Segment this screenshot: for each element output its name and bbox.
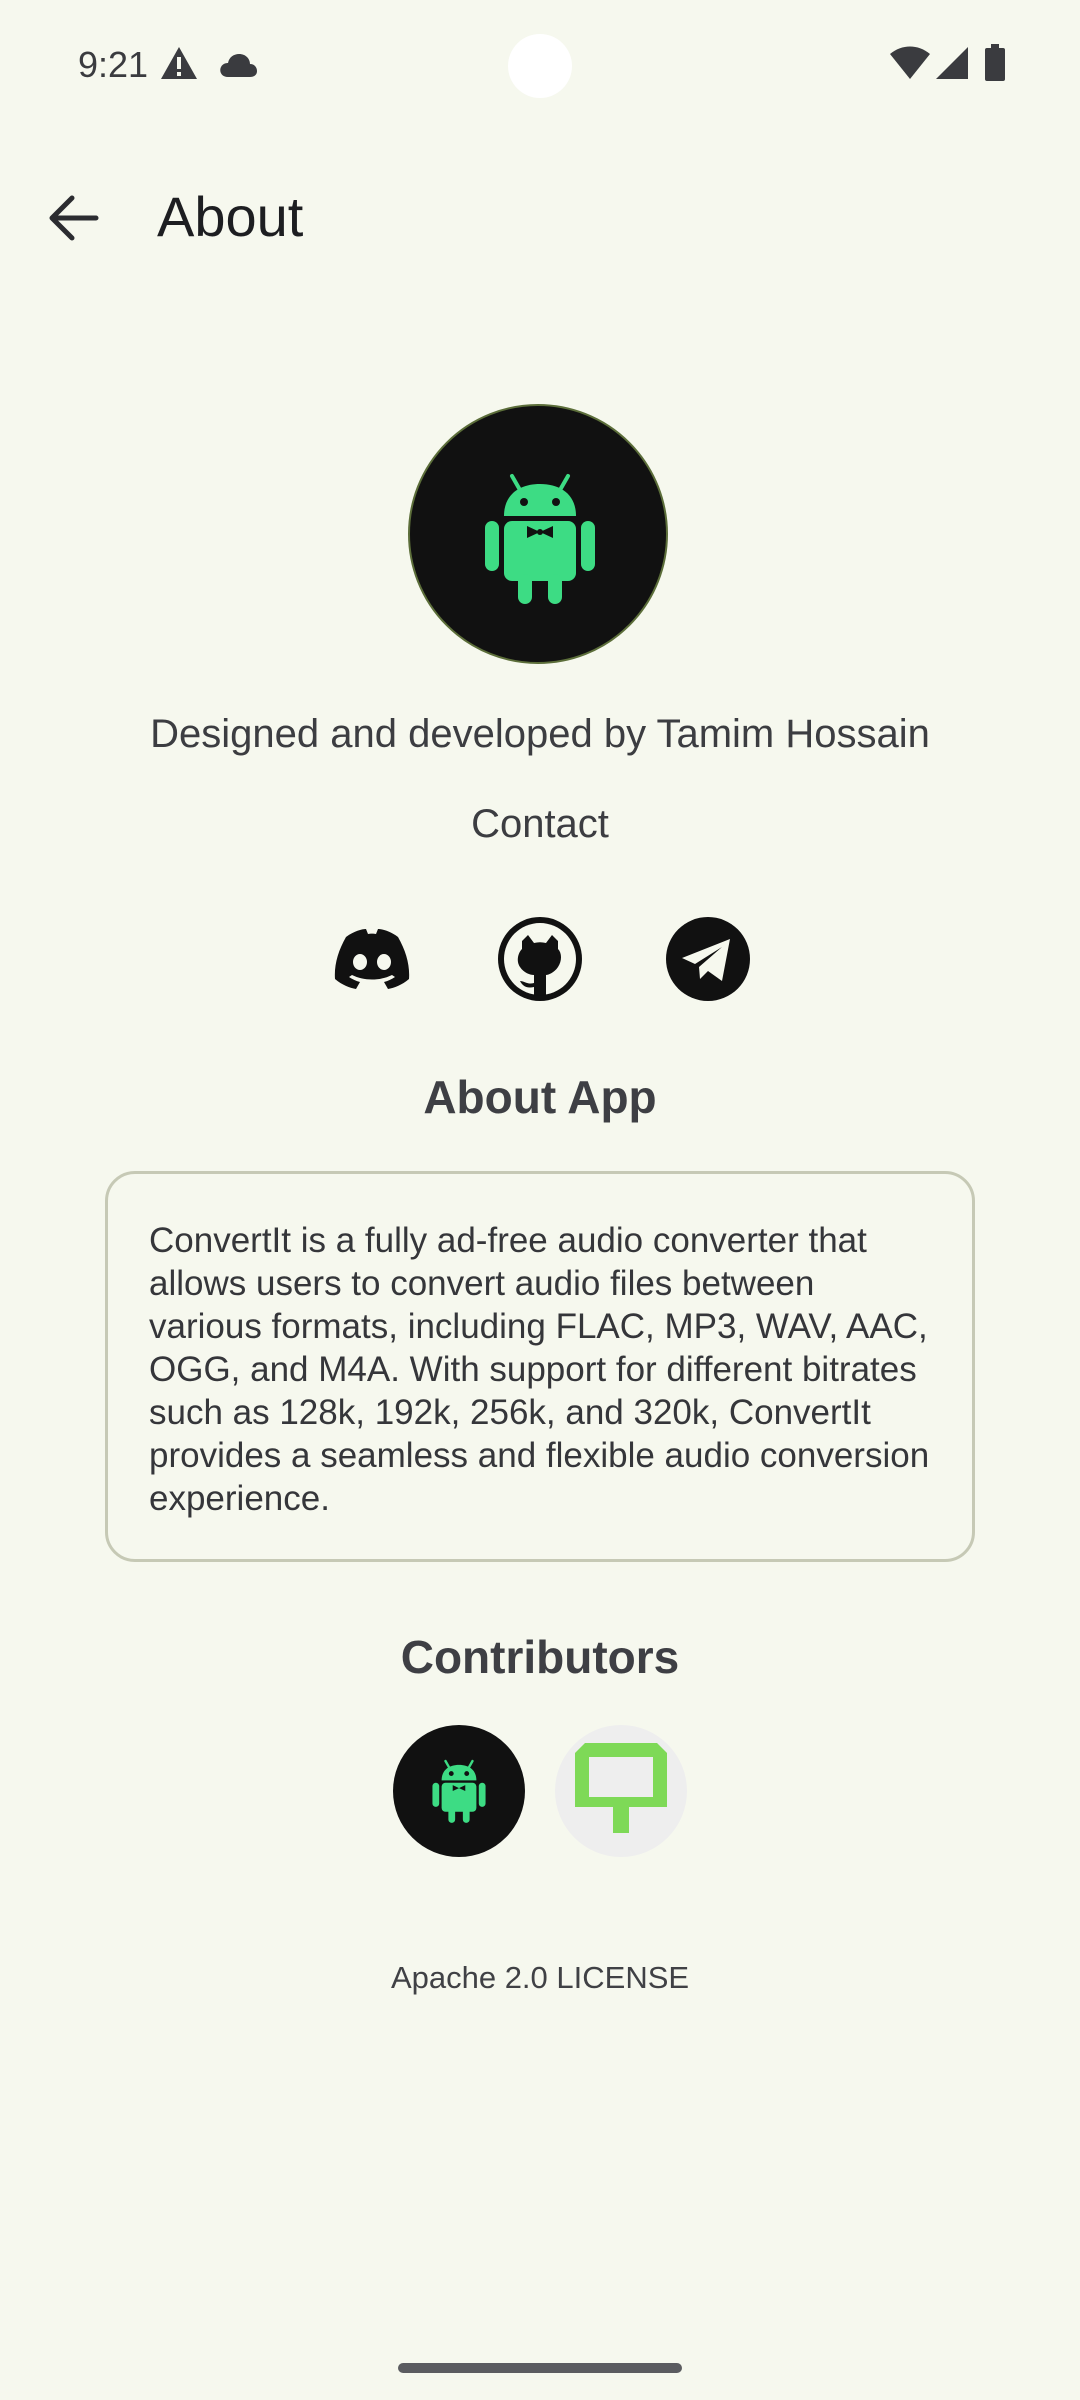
social-links: [0, 915, 1080, 1005]
battery-icon: [985, 44, 1005, 81]
about-app-heading: About App: [423, 1071, 657, 1123]
contact-label: Contact: [471, 802, 609, 846]
android-robot-icon: [485, 474, 595, 604]
android-robot-icon: [432, 1759, 486, 1823]
back-button[interactable]: [36, 180, 112, 256]
contributor-avatar[interactable]: [555, 1725, 687, 1857]
page-title: About: [157, 185, 304, 248]
contributors-heading: Contributors: [400, 1631, 680, 1683]
license-text[interactable]: Apache 2.0 LICENSE: [0, 1960, 1080, 1996]
about-app-card: ConvertIt is a fully ad-free audio conve…: [105, 1171, 975, 1562]
top-app-bar: About: [0, 150, 1080, 290]
arrow-back-icon: [49, 195, 99, 241]
cloud-icon: [220, 54, 257, 77]
discord-icon: [334, 929, 410, 989]
discord-button[interactable]: [328, 915, 416, 1003]
github-icon: [498, 917, 582, 1001]
developer-avatar: [408, 404, 668, 664]
github-button[interactable]: [496, 915, 584, 1003]
pixel-monitor-icon: [575, 1743, 667, 1833]
camera-cutout: [508, 34, 572, 98]
telegram-icon: [666, 917, 750, 1001]
telegram-button[interactable]: [664, 915, 752, 1003]
about-app-description: ConvertIt is a fully ad-free audio conve…: [149, 1221, 930, 1518]
signal-icon: [936, 47, 968, 79]
contributors-list: [0, 1725, 1080, 1857]
home-indicator[interactable]: [398, 2363, 682, 2373]
warning-icon: [161, 47, 197, 79]
about-screen: 9:21 About Designed and developed by Tam…: [0, 0, 1080, 2400]
designer-credit: Designed and developed by Tamim Hossain: [150, 712, 930, 756]
status-time: 9:21: [78, 44, 149, 85]
contributor-avatar[interactable]: [393, 1725, 525, 1857]
wifi-icon: [890, 46, 930, 79]
status-bar: 9:21: [0, 0, 1080, 130]
